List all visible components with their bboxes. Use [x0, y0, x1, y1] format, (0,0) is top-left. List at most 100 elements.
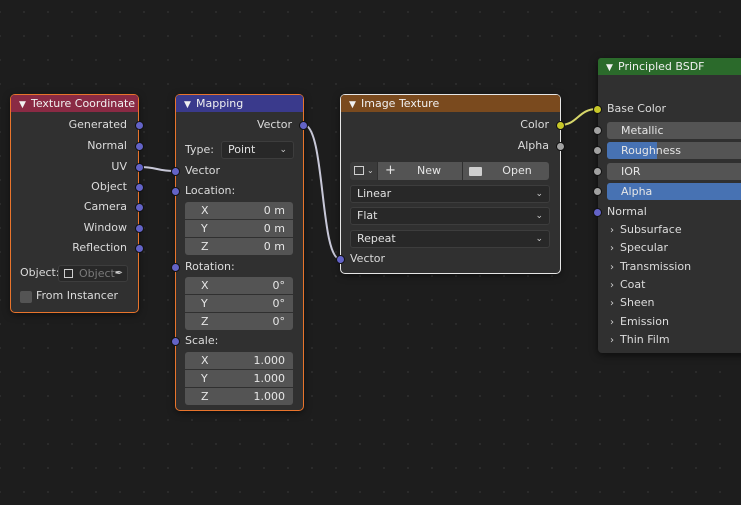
socket-ior[interactable] [593, 167, 602, 176]
texture-coordinate-header[interactable]: ▼ Texture Coordinate [11, 95, 138, 112]
open-image-button[interactable]: Open [463, 162, 549, 180]
chevron-down-icon[interactable]: ▼ [184, 97, 196, 114]
socket-image-color[interactable] [556, 121, 565, 130]
output-normal: Normal [87, 139, 127, 152]
projection-dropdown[interactable]: Flat ⌄ [350, 207, 550, 225]
output-window: Window [83, 221, 127, 234]
socket-camera[interactable] [135, 203, 144, 212]
image-texture-node[interactable]: ▼ Image Texture Color Alpha ⌄ + New Open … [340, 94, 561, 274]
socket-scale[interactable] [171, 337, 180, 346]
socket-reflection[interactable] [135, 244, 144, 253]
socket-mapping-input-vector[interactable] [171, 167, 180, 176]
field-value: 0° [272, 279, 286, 292]
socket-roughness[interactable] [593, 146, 602, 155]
socket-metallic[interactable] [593, 126, 602, 135]
roughness-field[interactable]: Roughness [607, 142, 741, 159]
chevron-down-icon[interactable]: ▼ [349, 97, 361, 114]
panel-label: Specular [620, 241, 669, 254]
link-mapping-to-image-vector [303, 124, 341, 260]
alpha-field[interactable]: Alpha [607, 183, 741, 200]
chevron-down-icon[interactable]: ▼ [606, 60, 618, 77]
socket-rotation[interactable] [171, 263, 180, 272]
location-label: Location: [185, 184, 236, 197]
rotation-label: Rotation: [185, 260, 235, 273]
socket-location[interactable] [171, 187, 180, 196]
socket-normal[interactable] [135, 142, 144, 151]
panel-transmission[interactable]: › Transmission [610, 258, 691, 276]
panel-coat[interactable]: › Coat [610, 276, 645, 294]
extension-value: Repeat [357, 232, 396, 245]
rotation-y-field[interactable]: Y 0° [185, 295, 293, 312]
roughness-label: Roughness [621, 144, 682, 157]
chevron-right-icon: › [610, 243, 614, 254]
principled-bsdf-header[interactable]: ▼ Principled BSDF [598, 58, 741, 75]
panel-label: Subsurface [620, 223, 682, 236]
field-value: 0 m [263, 222, 285, 235]
mapping-header[interactable]: ▼ Mapping [176, 95, 303, 112]
image-browse-button[interactable]: ⌄ [350, 162, 377, 180]
panel-label: Sheen [620, 296, 655, 309]
field-value: 0 m [263, 240, 285, 253]
axis-label: X [201, 279, 209, 292]
plus-icon: + [385, 163, 396, 178]
socket-normal-input[interactable] [593, 208, 602, 217]
node-title: Texture Coordinate [31, 97, 136, 110]
axis-label: X [201, 204, 209, 217]
field-value: 0 m [263, 204, 285, 217]
image-texture-header[interactable]: ▼ Image Texture [341, 95, 560, 112]
eyedropper-icon[interactable]: ✒ [115, 266, 123, 281]
field-value: 1.000 [253, 390, 286, 403]
socket-window[interactable] [135, 224, 144, 233]
extension-dropdown[interactable]: Repeat ⌄ [350, 230, 550, 248]
scale-y-field[interactable]: Y 1.000 [185, 370, 293, 387]
metallic-field[interactable]: Metallic [607, 122, 741, 139]
new-image-button[interactable]: + New [378, 162, 462, 180]
axis-label: Z [201, 240, 209, 253]
link-color-to-base-color [559, 108, 598, 126]
object-cube-icon [64, 269, 73, 278]
socket-alpha[interactable] [593, 187, 602, 196]
chevron-down-icon: ⌄ [367, 166, 374, 175]
axis-label: X [201, 354, 209, 367]
principled-bsdf-node[interactable]: ▼ Principled BSDF Base Color Metallic Rou… [598, 58, 741, 353]
scale-z-field[interactable]: Z 1.000 [185, 388, 293, 405]
chevron-right-icon: › [610, 335, 614, 346]
folder-icon [469, 167, 482, 176]
node-title: Image Texture [361, 97, 440, 110]
panel-emission[interactable]: › Emission [610, 313, 669, 331]
panel-sheen[interactable]: › Sheen [610, 294, 654, 312]
interpolation-dropdown[interactable]: Linear ⌄ [350, 185, 550, 203]
object-picker-field[interactable]: Object ✒ [58, 265, 128, 282]
type-dropdown[interactable]: Point ⌄ [221, 141, 294, 159]
rotation-z-field[interactable]: Z 0° [185, 313, 293, 330]
from-instancer-checkbox[interactable] [20, 291, 32, 303]
socket-generated[interactable] [135, 121, 144, 130]
location-y-field[interactable]: Y 0 m [185, 220, 293, 237]
panel-specular[interactable]: › Specular [610, 239, 668, 257]
metallic-label: Metallic [621, 124, 664, 137]
ior-field[interactable]: IOR [607, 163, 741, 180]
mapping-node[interactable]: ▼ Mapping Vector Type: Point ⌄ Vector Loc… [175, 94, 304, 411]
object-placeholder: Object [79, 267, 115, 280]
panel-subsurface[interactable]: › Subsurface [610, 221, 682, 239]
panel-thin-film[interactable]: › Thin Film [610, 331, 670, 349]
scale-x-field[interactable]: X 1.000 [185, 352, 293, 369]
socket-image-vector[interactable] [336, 255, 345, 264]
socket-image-alpha[interactable] [556, 142, 565, 151]
chevron-down-icon[interactable]: ▼ [19, 97, 31, 114]
node-title: Mapping [196, 97, 244, 110]
socket-uv[interactable] [135, 163, 144, 172]
socket-object[interactable] [135, 183, 144, 192]
field-value: 0° [272, 297, 286, 310]
chevron-down-icon: ⌄ [279, 145, 287, 155]
rotation-x-field[interactable]: X 0° [185, 277, 293, 294]
location-x-field[interactable]: X 0 m [185, 202, 293, 219]
socket-base-color[interactable] [593, 105, 602, 114]
texture-coordinate-node[interactable]: ▼ Texture Coordinate Generated Normal UV … [10, 94, 139, 313]
axis-label: Y [201, 372, 208, 385]
axis-label: Z [201, 390, 209, 403]
output-vector: Vector [256, 118, 292, 131]
location-z-field[interactable]: Z 0 m [185, 238, 293, 255]
socket-mapping-output-vector[interactable] [299, 121, 308, 130]
base-color-label: Base Color [607, 102, 667, 115]
